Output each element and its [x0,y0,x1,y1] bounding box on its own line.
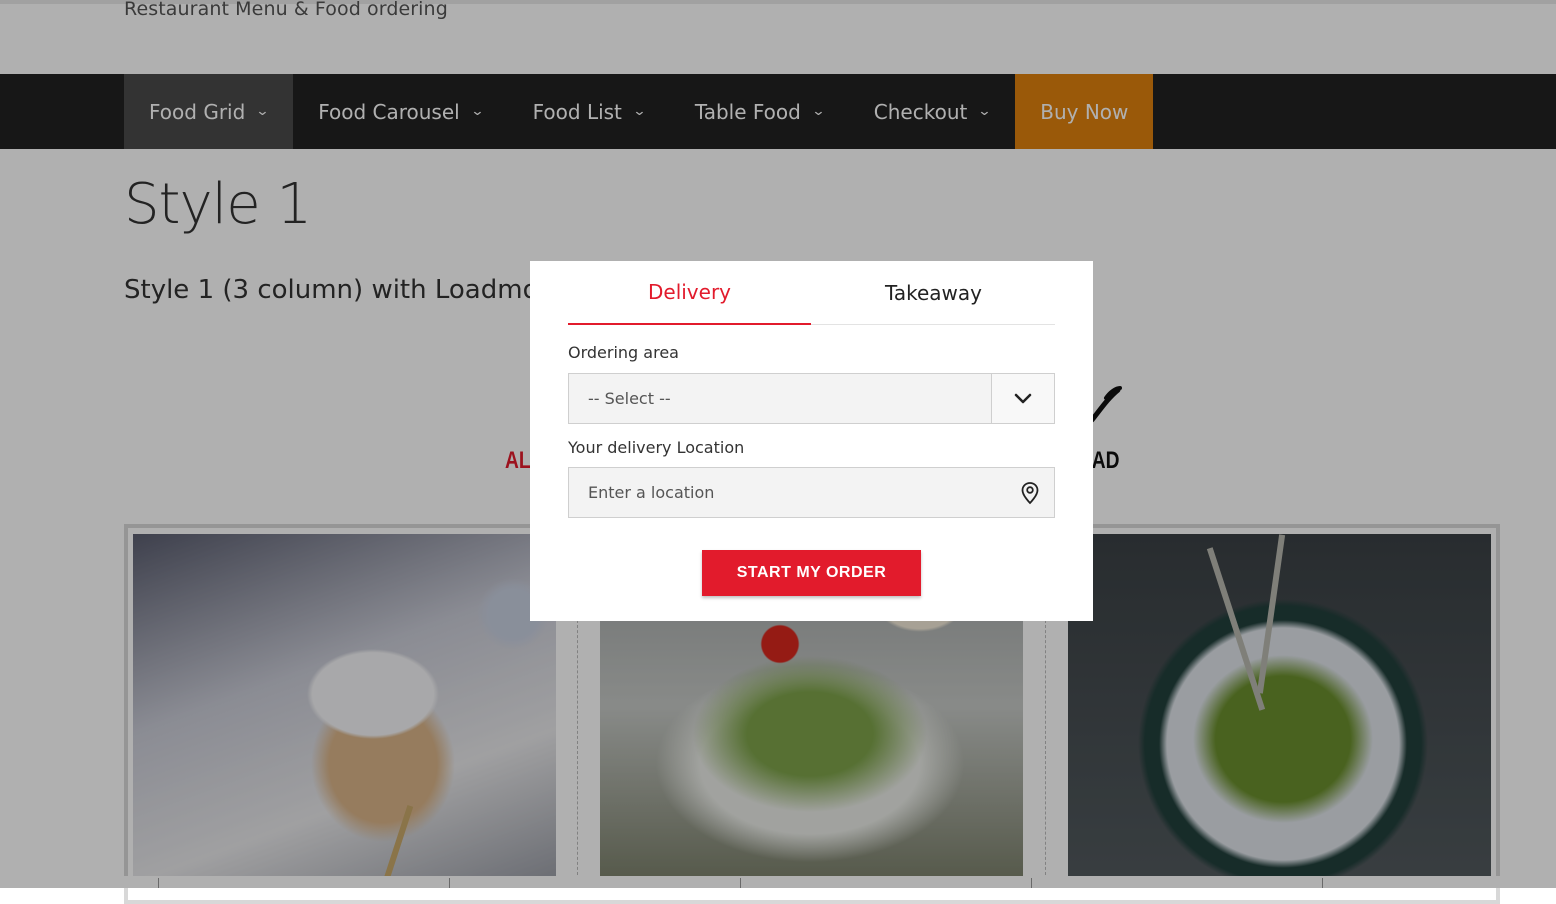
delivery-location-label: Your delivery Location [568,438,745,457]
tab-takeaway[interactable]: Takeaway [812,261,1055,324]
ordering-area-label: Ordering area [568,343,679,362]
map-pin-icon[interactable] [1020,481,1040,505]
tab-delivery[interactable]: Delivery [568,261,811,325]
start-my-order-button[interactable]: START MY ORDER [702,550,921,596]
order-type-tabs: Delivery Takeaway [568,261,1055,325]
delivery-location-input[interactable] [569,468,1009,517]
chevron-down-icon [1014,393,1032,403]
page: Restaurant Menu & Food ordering Food Gri… [0,0,1556,904]
order-type-modal: Delivery Takeaway Ordering area -- Selec… [530,261,1093,621]
ordering-area-value: -- Select -- [588,389,671,408]
delivery-location-field[interactable] [568,467,1055,518]
ordering-area-select[interactable]: -- Select -- [568,373,1055,424]
dropdown-toggle[interactable] [991,374,1054,423]
